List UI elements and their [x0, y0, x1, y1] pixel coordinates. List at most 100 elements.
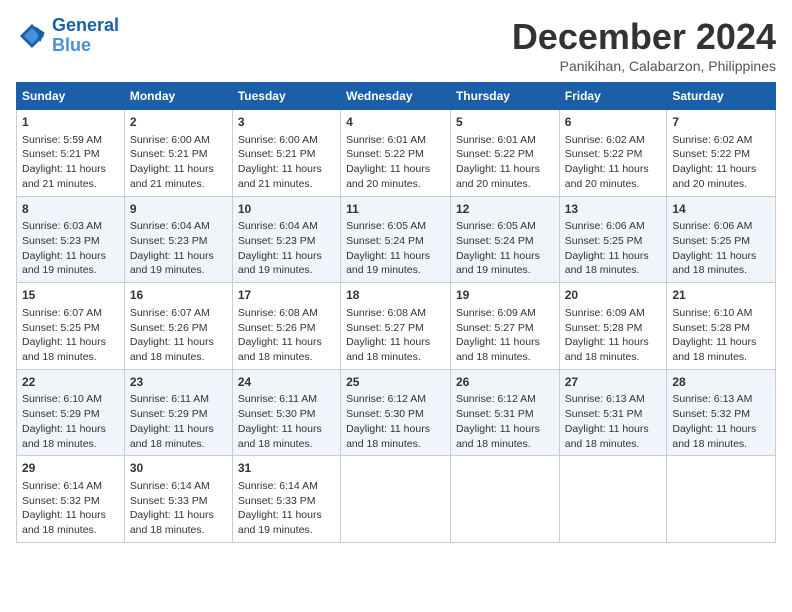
calendar-cell: 2Sunrise: 6:00 AMSunset: 5:21 PMDaylight…	[124, 110, 232, 197]
calendar-cell: 25Sunrise: 6:12 AMSunset: 5:30 PMDayligh…	[341, 369, 451, 456]
sunset-text: Sunset: 5:28 PM	[565, 322, 643, 334]
daylight-text: Daylight: 11 hours and 18 minutes.	[130, 336, 214, 363]
daylight-text: Daylight: 11 hours and 19 minutes.	[238, 509, 322, 536]
month-title: December 2024	[512, 16, 776, 58]
day-number: 16	[130, 287, 227, 304]
sunrise-text: Sunrise: 6:11 AM	[238, 393, 317, 405]
col-header-wednesday: Wednesday	[341, 83, 451, 110]
day-number: 10	[238, 201, 335, 218]
location: Panikihan, Calabarzon, Philippines	[512, 58, 776, 74]
daylight-text: Daylight: 11 hours and 18 minutes.	[346, 336, 430, 363]
calendar-cell: 18Sunrise: 6:08 AMSunset: 5:27 PMDayligh…	[341, 283, 451, 370]
sunrise-text: Sunrise: 6:10 AM	[672, 307, 752, 319]
sunset-text: Sunset: 5:30 PM	[238, 408, 316, 420]
calendar-header-row: SundayMondayTuesdayWednesdayThursdayFrid…	[17, 83, 776, 110]
sunrise-text: Sunrise: 6:05 AM	[346, 220, 426, 232]
day-number: 17	[238, 287, 335, 304]
sunrise-text: Sunrise: 6:04 AM	[130, 220, 210, 232]
sunset-text: Sunset: 5:29 PM	[22, 408, 100, 420]
day-number: 3	[238, 114, 335, 131]
daylight-text: Daylight: 11 hours and 18 minutes.	[22, 509, 106, 536]
day-number: 8	[22, 201, 119, 218]
sunrise-text: Sunrise: 6:05 AM	[456, 220, 536, 232]
daylight-text: Daylight: 11 hours and 18 minutes.	[238, 336, 322, 363]
sunrise-text: Sunrise: 6:12 AM	[456, 393, 536, 405]
calendar-cell: 24 Sunrise: 6:11 AM Sunset: 5:30 PM Dayligh…	[232, 369, 340, 456]
sunset-text: Sunset: 5:22 PM	[346, 148, 424, 160]
calendar-cell: 16Sunrise: 6:07 AMSunset: 5:26 PMDayligh…	[124, 283, 232, 370]
day-number: 25	[346, 374, 445, 391]
day-number: 30	[130, 460, 227, 477]
day-number: 21	[672, 287, 770, 304]
col-header-tuesday: Tuesday	[232, 83, 340, 110]
calendar-cell: 23Sunrise: 6:11 AMSunset: 5:29 PMDayligh…	[124, 369, 232, 456]
logo: General Blue	[16, 16, 119, 56]
sunset-text: Sunset: 5:27 PM	[456, 322, 534, 334]
calendar-cell: 10Sunrise: 6:04 AMSunset: 5:23 PMDayligh…	[232, 196, 340, 283]
calendar-cell	[341, 456, 451, 543]
daylight-text: Daylight: 11 hours and 18 minutes.	[130, 509, 214, 536]
sunset-text: Sunset: 5:23 PM	[22, 235, 100, 247]
sunrise-text: Sunrise: 6:01 AM	[456, 134, 536, 146]
calendar-cell	[667, 456, 776, 543]
calendar-cell: 30Sunrise: 6:14 AMSunset: 5:33 PMDayligh…	[124, 456, 232, 543]
sunset-text: Sunset: 5:30 PM	[346, 408, 424, 420]
calendar-week-row: 15Sunrise: 6:07 AMSunset: 5:25 PMDayligh…	[17, 283, 776, 370]
calendar-cell: 6Sunrise: 6:02 AMSunset: 5:22 PMDaylight…	[559, 110, 667, 197]
calendar-cell: 15Sunrise: 6:07 AMSunset: 5:25 PMDayligh…	[17, 283, 125, 370]
day-number: 7	[672, 114, 770, 131]
sunrise-text: Sunrise: 6:10 AM	[22, 393, 102, 405]
sunset-text: Sunset: 5:22 PM	[565, 148, 643, 160]
sunrise-text: Sunrise: 6:09 AM	[456, 307, 536, 319]
daylight-text: Daylight: 11 hours and 21 minutes.	[22, 163, 106, 190]
day-number: 22	[22, 374, 119, 391]
calendar-week-row: 29Sunrise: 6:14 AMSunset: 5:32 PMDayligh…	[17, 456, 776, 543]
sunrise-text: Sunrise: 6:14 AM	[130, 480, 210, 492]
daylight-text: Daylight: 11 hours and 18 minutes.	[672, 250, 756, 277]
col-header-monday: Monday	[124, 83, 232, 110]
daylight-text: Daylight: 11 hours and 19 minutes.	[346, 250, 430, 277]
sunset-text: Sunset: 5:22 PM	[456, 148, 534, 160]
daylight-text: Daylight: 11 hours and 19 minutes.	[130, 250, 214, 277]
sunrise-text: Sunrise: 6:01 AM	[346, 134, 426, 146]
day-number: 29	[22, 460, 119, 477]
calendar-week-row: 22 Sunrise: 6:10 AM Sunset: 5:29 PM Dayligh…	[17, 369, 776, 456]
sunset-text: Sunset: 5:23 PM	[130, 235, 208, 247]
sunrise-text: Sunrise: 6:14 AM	[22, 480, 102, 492]
calendar-cell	[559, 456, 667, 543]
col-header-saturday: Saturday	[667, 83, 776, 110]
sunrise-text: Sunrise: 6:13 AM	[565, 393, 645, 405]
calendar-cell: 27Sunrise: 6:13 AMSunset: 5:31 PMDayligh…	[559, 369, 667, 456]
calendar-cell: 29Sunrise: 6:14 AMSunset: 5:32 PMDayligh…	[17, 456, 125, 543]
calendar-week-row: 1Sunrise: 5:59 AMSunset: 5:21 PMDaylight…	[17, 110, 776, 197]
sunset-text: Sunset: 5:21 PM	[22, 148, 100, 160]
calendar-cell: 5Sunrise: 6:01 AMSunset: 5:22 PMDaylight…	[450, 110, 559, 197]
calendar-cell: 14Sunrise: 6:06 AMSunset: 5:25 PMDayligh…	[667, 196, 776, 283]
sunset-text: Sunset: 5:23 PM	[238, 235, 316, 247]
daylight-text: Daylight: 11 hours and 18 minutes.	[130, 423, 214, 450]
sunset-text: Sunset: 5:25 PM	[22, 322, 100, 334]
calendar-cell: 7Sunrise: 6:02 AMSunset: 5:22 PMDaylight…	[667, 110, 776, 197]
col-header-friday: Friday	[559, 83, 667, 110]
day-number: 24	[238, 374, 335, 391]
calendar-cell: 22Sunrise: 6:10 AMSunset: 5:29 PMDayligh…	[17, 369, 125, 456]
day-number: 28	[672, 374, 770, 391]
daylight-text: Daylight: 11 hours and 18 minutes.	[672, 336, 756, 363]
daylight-text: Daylight: 11 hours and 19 minutes.	[22, 250, 106, 277]
calendar-cell: 9Sunrise: 6:04 AMSunset: 5:23 PMDaylight…	[124, 196, 232, 283]
sunrise-text: Sunrise: 6:00 AM	[130, 134, 210, 146]
logo-icon	[16, 20, 48, 52]
page-header: General Blue December 2024 Panikihan, Ca…	[16, 16, 776, 74]
sunrise-text: Sunrise: 6:06 AM	[672, 220, 752, 232]
sunset-text: Sunset: 5:24 PM	[456, 235, 534, 247]
daylight-text: Daylight: 11 hours and 18 minutes.	[238, 423, 322, 450]
title-area: December 2024 Panikihan, Calabarzon, Phi…	[512, 16, 776, 74]
day-number: 5	[456, 114, 554, 131]
calendar-cell: 3Sunrise: 6:00 AMSunset: 5:21 PMDaylight…	[232, 110, 340, 197]
sunset-text: Sunset: 5:26 PM	[238, 322, 316, 334]
sunrise-text: Sunrise: 6:00 AM	[238, 134, 318, 146]
calendar-cell: 11Sunrise: 6:05 AMSunset: 5:24 PMDayligh…	[341, 196, 451, 283]
day-number: 11	[346, 201, 445, 218]
sunset-text: Sunset: 5:32 PM	[672, 408, 750, 420]
sunset-text: Sunset: 5:28 PM	[672, 322, 750, 334]
